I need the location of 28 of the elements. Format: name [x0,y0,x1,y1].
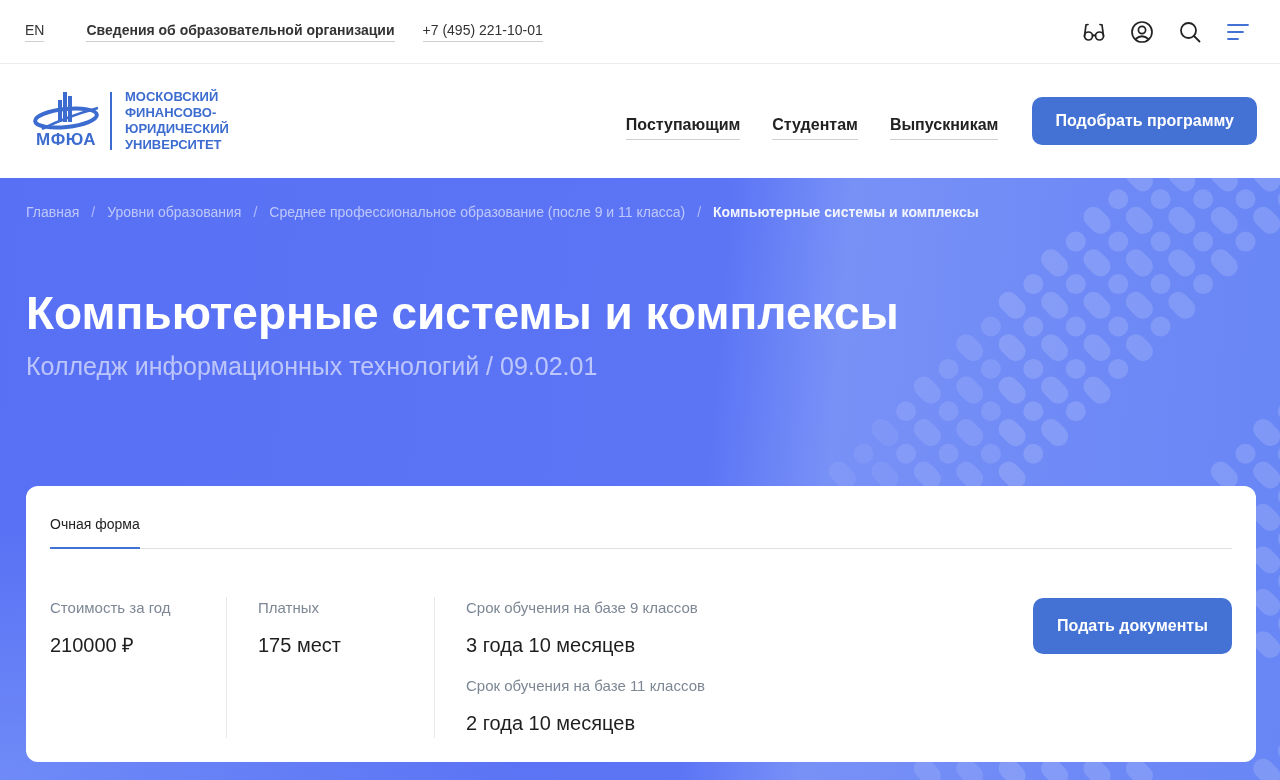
breadcrumb-separator: / [697,203,702,222]
info-link[interactable]: Сведения об образовательной организации [86,21,395,42]
logo-name: МОСКОВСКИЙ ФИНАНСОВО- ЮРИДИЧЕСКИЙ УНИВЕРСИТЕТ [125,89,229,153]
stat-label: Срок обучения на базе 11 классов [466,676,705,696]
page-subtitle: Колледж информационных технологий / 09.02.01 [26,351,599,381]
language-link[interactable]: EN [25,21,45,42]
breadcrumb-separator: / [253,203,258,222]
logo-abbreviation: МФЮА [35,130,97,150]
nav-link[interactable]: Поступающим [625,116,741,140]
breadcrumb-separator: / [91,203,96,222]
stat-value: 175 мест [258,633,342,658]
current-page-label: Компьютерные системы и комплексы [713,203,979,222]
user-icon[interactable] [1130,19,1154,44]
stat-value: 2 года 10 месяцев [466,711,637,736]
search-icon[interactable] [1178,19,1202,44]
choose-program-button[interactable]: Подобрать программу [1032,97,1257,145]
stat-label: Срок обучения на базе 9 классов [466,598,699,618]
stat-label: Платных [258,598,320,618]
stat-value: 210000 ₽ [50,633,136,658]
stat-value: 3 года 10 месяцев [466,633,637,658]
phone-link[interactable]: +7 (495) 221-10-01 [422,21,543,42]
form-tab[interactable]: Очная форма [50,486,140,549]
page-title: Компьютерные системы и комплексы [26,286,900,340]
apply-button[interactable]: Подать документы [1033,598,1232,654]
stat-label: Стоимость за год [50,598,172,618]
nav-link[interactable]: Выпускникам [889,116,999,140]
nav-link[interactable]: Студентам [772,116,858,140]
emblem-icon [32,92,100,130]
